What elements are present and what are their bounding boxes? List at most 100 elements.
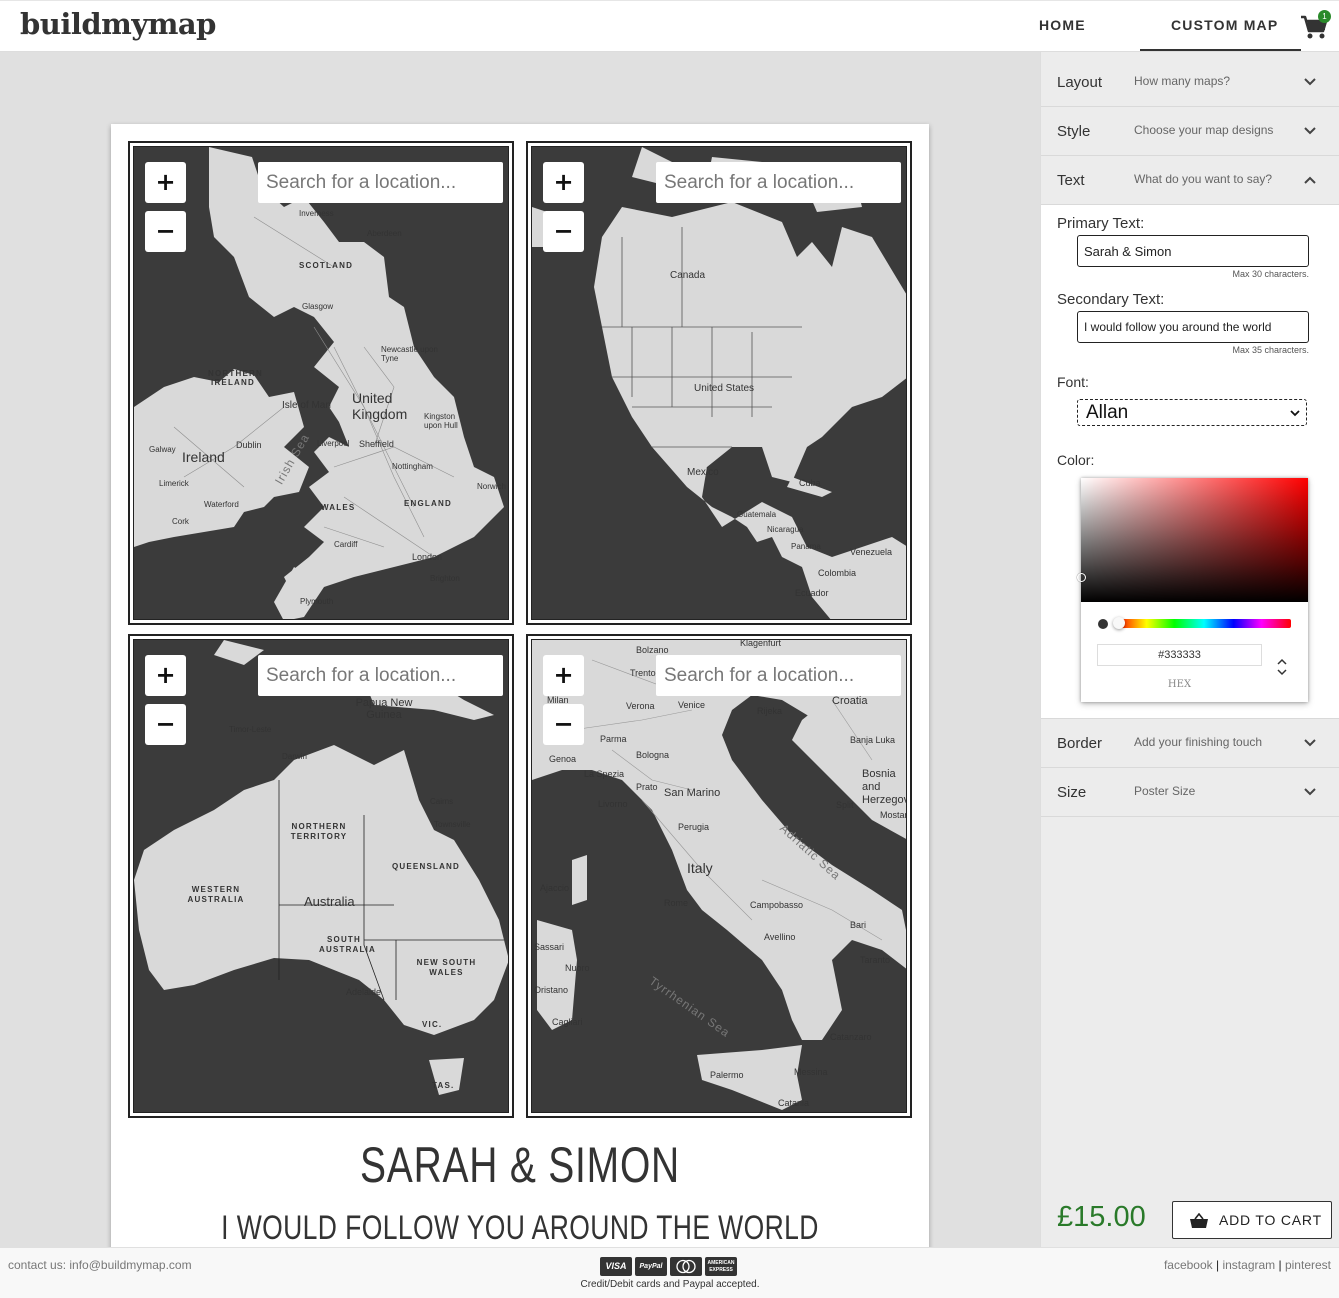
nav-home-link[interactable]: HOME [1039,17,1086,33]
zoom-out-button[interactable]: − [145,704,186,745]
map-label: ENGLAND [404,499,452,508]
zoom-out-button[interactable]: − [543,211,584,252]
zoom-out-button[interactable]: − [543,704,584,745]
accordion-border[interactable]: Border Add your finishing touch [1041,719,1339,768]
poster-preview-area: Inverness Aberdeen SCOTLAND Glasgow NORT… [0,52,1040,1280]
accordion-layout[interactable]: Layout How many maps? [1041,58,1339,107]
facebook-link[interactable]: facebook [1164,1258,1213,1272]
mastercard-circles [676,1259,696,1274]
contact-email[interactable]: contact us: info@buildmymap.com [8,1258,192,1272]
map-label: Timor-Leste [229,725,272,734]
separator: | [1278,1258,1282,1272]
location-search-input[interactable] [258,162,503,203]
location-search-input[interactable] [656,162,901,203]
instagram-link[interactable]: instagram [1222,1258,1275,1272]
map-label: Prato [636,782,658,792]
map-label: WESTERN AUSTRALIA [187,885,245,904]
map-label: Papua New Guinea [355,697,413,721]
saturation-handle[interactable] [1077,573,1086,582]
map-label: Croatia [832,695,868,707]
primary-text-input[interactable] [1077,235,1309,267]
font-select[interactable]: Allan [1077,399,1307,426]
map-label: Genoa [549,754,577,764]
map-label: Rome [664,898,689,908]
footer: contact us: info@buildmymap.com VISA Pay… [0,1247,1339,1298]
color-format-label: HEX [1167,679,1192,690]
zoom-in-button[interactable]: + [543,655,584,696]
map-label: Split [836,800,854,810]
social-links: facebook | instagram | pinterest [1164,1258,1331,1272]
poster-primary-text: SARAH & SIMON [359,1137,681,1193]
map-label: London [412,552,443,562]
chevron-down-icon [1304,739,1316,747]
zoom-in-button[interactable]: + [543,162,584,203]
secondary-text-input[interactable] [1077,311,1309,343]
map-label: Taranto [860,955,891,965]
map-frame-uk: Inverness Aberdeen SCOTLAND Glasgow NORT… [128,141,514,625]
accordion-size[interactable]: Size Poster Size [1041,768,1339,817]
map-label: Australia [304,894,355,909]
map-label: Verona [626,701,655,711]
map-label: WALES [321,503,356,512]
map-label: Cairns [430,797,454,806]
site-logo[interactable]: buildmymap [20,7,216,41]
cart-count-badge: 1 [1318,10,1331,23]
nav-custom-map-link[interactable]: CUSTOM MAP [1171,17,1278,33]
map-label: NORTHERN IRELAND [208,369,263,387]
zoom-out-button[interactable]: − [145,211,186,252]
saturation-field[interactable] [1081,478,1308,602]
zoom-in-button[interactable]: + [145,655,186,696]
map-label: Livorno [598,799,628,809]
map-uk[interactable]: Inverness Aberdeen SCOTLAND Glasgow NORT… [133,146,509,620]
pinterest-link[interactable]: pinterest [1285,1258,1331,1272]
payment-icons: VISA PayPal AMERICAN EXPRESS [600,1257,740,1277]
paypal-icon: PayPal [635,1257,667,1276]
accordion-subtitle: Poster Size [1134,784,1196,798]
map-land-shapes [532,640,906,1110]
accordion-subtitle: Add your finishing touch [1134,735,1263,749]
map-label: Bosnia and Herzegovina [862,768,906,806]
map-label: Perugia [678,822,710,832]
map-label: Sheffield [359,439,394,449]
map-label: Palermo [710,1070,744,1080]
map-label: SOUTH AUSTRALIA [319,935,377,954]
map-label: QUEENSLAND [392,862,461,871]
header: buildmymap HOME CUSTOM MAP 1 [0,0,1339,52]
map-label: Oristano [534,985,569,995]
map-label: Mexico [687,467,719,478]
font-label: Font: [1057,374,1089,390]
customization-sidebar: Layout How many maps? Style Choose your … [1040,52,1339,1247]
map-north-america[interactable]: Canada United States Mexico Cuba Guatema… [531,146,907,620]
map-australia[interactable]: Papua New Guinea Timor-Leste Darwin Cair… [133,639,509,1113]
map-label: Canada [670,270,706,281]
location-search-input[interactable] [656,655,901,696]
map-label: Catania [778,1098,810,1108]
map-label: Ecuador [795,588,829,598]
map-italy[interactable]: Bolzano Klagenfurt Trento Verona Venice … [531,639,907,1113]
map-label: Aberdeen [367,229,402,238]
map-label: NEW SOUTH WALES [416,958,477,977]
font-select-value: Allan [1086,402,1129,423]
map-label: Messina [794,1067,828,1077]
map-label: Cork [172,517,189,526]
format-toggle-icon[interactable] [1276,656,1288,678]
accordion-title: Style [1057,123,1091,140]
map-label: Isle of Man [282,400,331,411]
primary-text-label: Primary Text: [1057,215,1145,232]
zoom-in-button[interactable]: + [145,162,186,203]
map-label: Nuoro [565,963,590,973]
hue-slider-handle[interactable] [1113,617,1125,629]
hue-slider[interactable] [1117,619,1291,628]
color-swatch [1098,619,1108,629]
hex-color-input[interactable]: #333333 [1097,644,1262,666]
map-label: Kingston upon Hull [424,412,458,430]
add-to-cart-button[interactable]: ADD TO CART [1172,1201,1332,1239]
accordion-style[interactable]: Style Choose your map designs [1041,107,1339,156]
location-search-input[interactable] [258,655,503,696]
map-label: Brighton [430,574,460,583]
mastercard-icon [670,1257,702,1276]
accordion-text[interactable]: Text What do you want to say? [1041,156,1339,205]
primary-max-note: Max 30 characters. [1232,269,1309,279]
map-label: Venezuela [850,547,893,557]
map-label: Avellino [764,932,796,942]
